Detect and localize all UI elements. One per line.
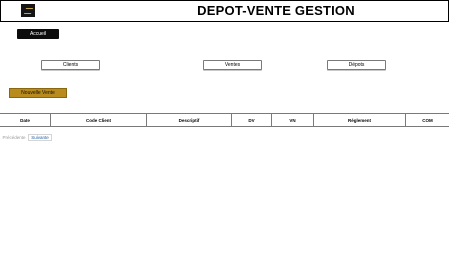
clients-button[interactable]: Clients — [41, 60, 100, 70]
column-header-dv[interactable]: DV — [232, 114, 272, 126]
page-title: DEPOT-VENTE GESTION — [197, 3, 355, 18]
column-header-vn[interactable]: VN — [272, 114, 314, 126]
new-sale-button[interactable]: Nouvelle Vente — [9, 88, 67, 98]
sales-table: Date Code Client Descriptif DV VN Réglem… — [0, 113, 449, 127]
pagination-next[interactable]: Suivante — [28, 134, 52, 141]
column-header-date[interactable]: Date — [0, 114, 51, 126]
logo-mark — [23, 7, 33, 14]
column-header-descriptif[interactable]: Descriptif — [147, 114, 232, 126]
brand-logo-icon[interactable] — [21, 4, 35, 17]
app-header: DEPOT-VENTE GESTION — [0, 0, 449, 22]
depots-button[interactable]: Dépots — [327, 60, 386, 70]
column-header-reglement[interactable]: Réglement — [314, 114, 406, 126]
column-header-com[interactable]: COM — [406, 114, 449, 126]
pagination-previous[interactable]: Précédente — [1, 134, 27, 141]
home-button[interactable]: Accueil — [17, 29, 59, 39]
column-header-code-client[interactable]: Code Client — [51, 114, 147, 126]
ventes-button[interactable]: Ventes — [203, 60, 262, 70]
